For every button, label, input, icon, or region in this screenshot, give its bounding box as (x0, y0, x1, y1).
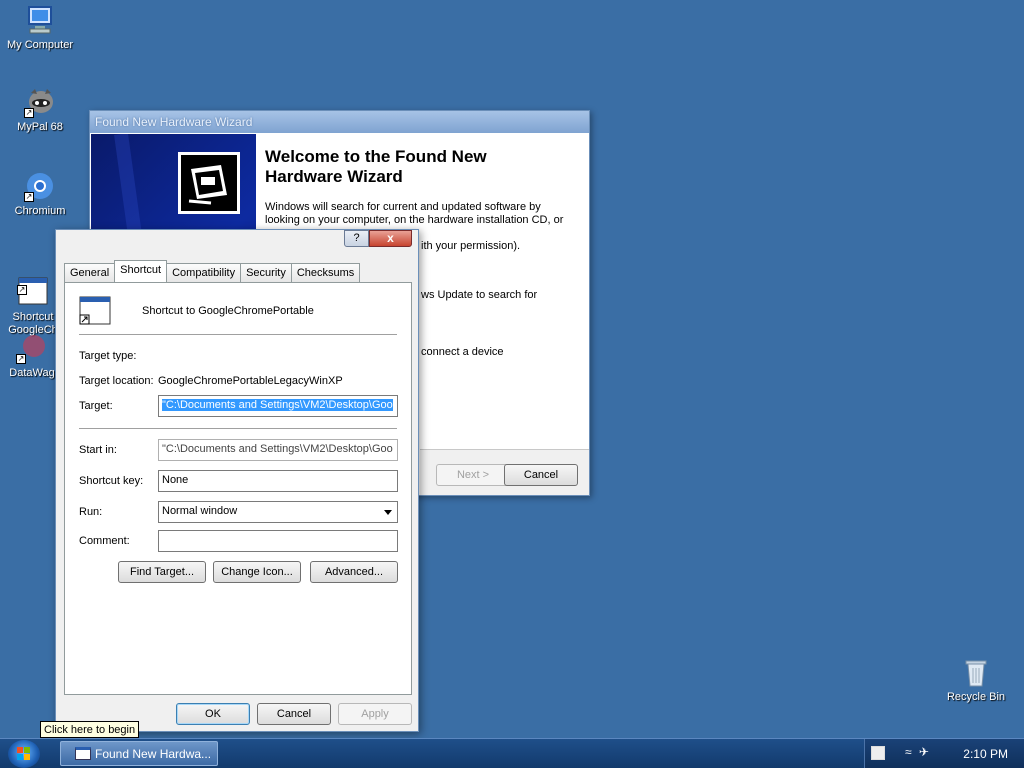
datawag-icon: ↗ (16, 332, 48, 364)
cancel-button[interactable]: Cancel (257, 703, 331, 725)
shortcut-properties-dialog: ? x General Shortcut Compatibility Secur… (55, 229, 419, 732)
comment-label: Comment: (79, 535, 130, 547)
taskbar-item-label: Found New Hardwa... (95, 747, 212, 761)
comment-input[interactable] (158, 530, 398, 552)
wizard-heading: Welcome to the Found New Hardware Wizard (265, 147, 487, 186)
windows-logo-icon (17, 747, 30, 760)
hardware-card-icon (178, 152, 240, 214)
start-tooltip: Click here to begin (40, 721, 140, 738)
close-button[interactable]: x (369, 230, 412, 247)
shortcut-arrow-icon: ↗ (16, 354, 26, 364)
desktop-icon-mypal[interactable]: ↗ MyPal 68 (0, 86, 80, 133)
desktop-icon-chromium[interactable]: ↗ Chromium (0, 170, 80, 217)
target-location-label: Target location: (79, 375, 154, 387)
target-input-selection: "C:\Documents and Settings\VM2\Desktop\G… (162, 399, 393, 411)
desktop-icon-my-computer[interactable]: My Computer (0, 4, 80, 51)
help-button[interactable]: ? (344, 230, 369, 247)
target-label: Target: (79, 400, 113, 412)
change-icon-button[interactable]: Change Icon... (213, 561, 301, 583)
chevron-down-icon[interactable] (384, 510, 392, 515)
run-select-value: Normal window (162, 505, 238, 517)
wizard-update-text: ws Update to search for (421, 289, 538, 301)
clock[interactable]: 2:10 PM (963, 747, 1008, 761)
wizard-next-button[interactable]: Next > (436, 464, 510, 486)
tray-icons[interactable]: ≈ ✈ (905, 745, 931, 759)
start-button[interactable] (8, 740, 40, 768)
tab-general[interactable]: General (64, 263, 116, 282)
shortcut-arrow-icon: ↗ (24, 108, 34, 118)
apply-button[interactable]: Apply (338, 703, 412, 725)
shortcut-key-label: Shortcut key: (79, 475, 144, 487)
desktop-icon-label: My Computer (6, 39, 74, 51)
divider (79, 428, 397, 429)
start-in-label: Start in: (79, 444, 117, 456)
desktop-icon-label: Recycle Bin (946, 691, 1006, 703)
target-location-value: GoogleChromePortableLegacyWinXP (158, 375, 343, 387)
shortcut-key-input[interactable]: None (158, 470, 398, 492)
shortcut-name: Shortcut to GoogleChromePortable (142, 305, 314, 317)
wizard-footer: Next > Cancel (420, 450, 589, 495)
computer-icon (24, 4, 56, 36)
dialog-titlebar-buttons: ? x (344, 230, 412, 248)
tab-security[interactable]: Security (240, 263, 292, 282)
start-in-input[interactable]: "C:\Documents and Settings\VM2\Desktop\G… (158, 439, 398, 461)
target-input[interactable]: "C:\Documents and Settings\VM2\Desktop\G… (158, 395, 398, 417)
desktop-icon-label: MyPal 68 (17, 121, 63, 133)
properties-tabs: General Shortcut Compatibility Security … (64, 260, 361, 282)
system-tray: ≈ ✈ 2:10 PM (864, 739, 1024, 768)
desktop-icon-label: Chromium (14, 205, 66, 217)
taskbar-item-found-new-hardware[interactable]: Found New Hardwa... (60, 741, 218, 766)
raccoon-icon: ↗ (24, 86, 56, 118)
tab-shortcut[interactable]: Shortcut (114, 260, 168, 282)
shortcut-tab-page: Shortcut to GoogleChromePortable Target … (64, 282, 412, 695)
divider (79, 334, 397, 335)
keyboard-icon[interactable] (871, 746, 885, 760)
run-select[interactable]: Normal window (158, 501, 398, 523)
tab-compatibility[interactable]: Compatibility (166, 263, 242, 282)
ok-button[interactable]: OK (176, 703, 250, 725)
desktop-icon-recycle-bin[interactable]: Recycle Bin (936, 656, 1016, 703)
wizard-connect-text: connect a device (421, 346, 504, 358)
taskbar: Found New Hardwa... ≈ ✈ 2:10 PM (0, 738, 1024, 768)
wizard-cancel-button[interactable]: Cancel (504, 464, 578, 486)
shortcut-arrow-icon: ↗ (24, 192, 34, 202)
recycle-bin-icon (960, 656, 992, 688)
tab-checksums[interactable]: Checksums (290, 263, 361, 282)
advanced-button[interactable]: Advanced... (310, 561, 398, 583)
shortcut-app-icon (79, 295, 111, 327)
wizard-titlebar[interactable]: Found New Hardware Wizard (90, 111, 589, 133)
run-label: Run: (79, 506, 103, 518)
find-target-button[interactable]: Find Target... (118, 561, 206, 583)
window-icon (75, 747, 91, 760)
chromium-icon: ↗ (24, 170, 56, 202)
shortcut-arrow-icon: ↗ (17, 285, 27, 295)
window-app-icon: ↗ (17, 263, 49, 305)
target-type-label: Target type: (79, 350, 137, 362)
